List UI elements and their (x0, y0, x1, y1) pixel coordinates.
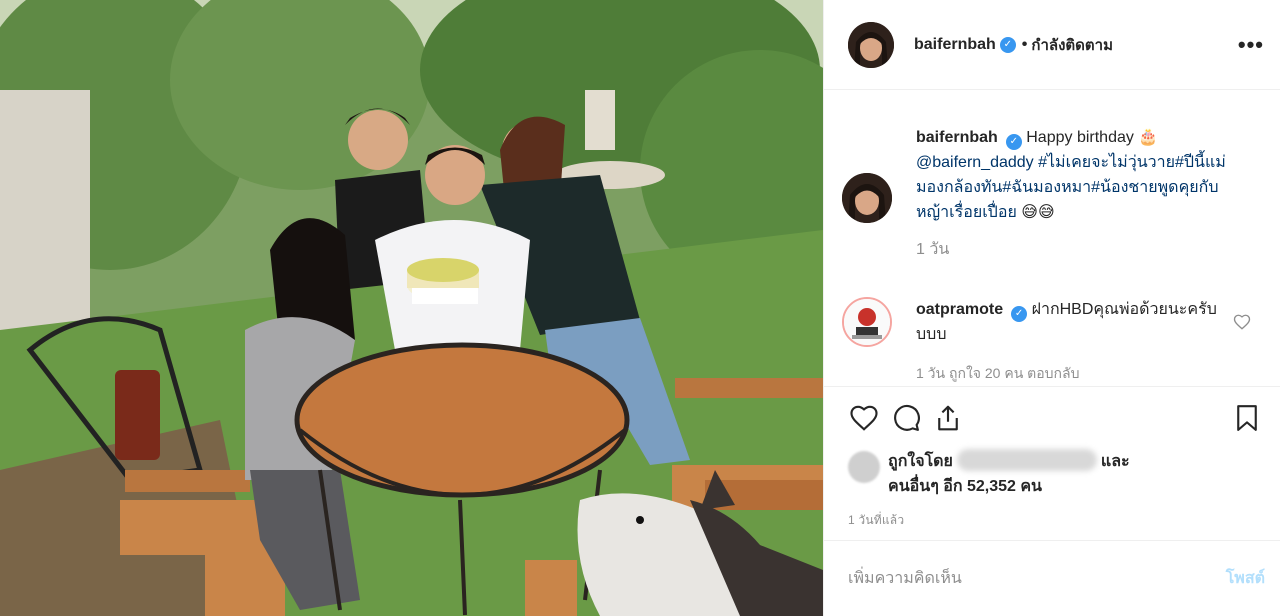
photo-illustration (0, 0, 823, 616)
follow-status-button[interactable]: กำลังติดตาม (1031, 33, 1113, 57)
likes-and-label: และ (1100, 453, 1130, 470)
caption-timestamp[interactable]: 1 วัน (916, 237, 1246, 262)
likes-text: ถูกใจโดย และ คนอื่นๆ อีก 52,352 คน (888, 449, 1130, 499)
like-heart-icon[interactable] (846, 400, 882, 436)
commenter-avatar-image (844, 299, 890, 345)
sweat-smile-emoji: 😅😅 (1021, 204, 1055, 221)
likes-others-count[interactable]: คนอื่นๆ อีก 52,352 คน (888, 478, 1042, 495)
commenter-avatar[interactable] (842, 297, 892, 347)
post-header: baifernbah ✓ • กำลังติดตาม ••• (824, 0, 1280, 90)
comment-item: oatpramote ✓ ฝากHBDคุณพ่อด้วยนะครับบบบ 1 … (842, 297, 1246, 385)
add-comment-input[interactable]: เพิ่มความคิดเห็น (848, 566, 962, 591)
post-actions-section: ถูกใจโดย และ คนอื่นๆ อีก 52,352 คน 1 วันท… (824, 386, 1280, 530)
verified-badge-icon: ✓ (999, 36, 1016, 53)
action-bar (824, 387, 1280, 449)
caption-text: baifernbah ✓ Happy birthday 🎂 @baifern_da… (916, 125, 1246, 225)
commenter-username[interactable]: oatpramote (916, 301, 1003, 318)
add-comment-bar: เพิ่มความคิดเห็น โพสต์ (824, 540, 1280, 616)
cake-emoji: 🎂 (1138, 129, 1159, 146)
share-upload-icon[interactable] (930, 400, 966, 436)
caption-body: baifernbah ✓ Happy birthday 🎂 @baifern_da… (916, 125, 1246, 262)
more-options-icon[interactable]: ••• (1238, 32, 1264, 58)
caption-avatar-image (842, 173, 892, 223)
caption-verified-icon: ✓ (1005, 134, 1022, 150)
post-side-panel: baifernbah ✓ • กำลังติดตาม ••• baifernba… (823, 0, 1280, 616)
post-comment-button[interactable]: โพสต์ (1226, 566, 1265, 591)
post-timestamp[interactable]: 1 วันที่แล้ว (824, 511, 1280, 530)
comment-text: oatpramote ✓ ฝากHBDคุณพ่อด้วยนะครับบบบ (916, 297, 1246, 347)
caption-text-start: Happy birthday (1026, 129, 1134, 146)
save-bookmark-icon[interactable] (1229, 400, 1265, 436)
comment-body: oatpramote ✓ ฝากHBDคุณพ่อด้วยนะครับบบบ 1 … (916, 297, 1246, 385)
author-username[interactable]: baifernbah (914, 36, 996, 54)
comment-like-heart-icon[interactable] (1233, 313, 1251, 331)
caption-avatar[interactable] (842, 173, 892, 223)
comment-bubble-icon[interactable] (888, 400, 924, 436)
caption-username[interactable]: baifernbah (916, 129, 998, 146)
comment-meta[interactable]: 1 วัน ถูกใจ 20 คน ตอบกลับ (916, 361, 1246, 385)
mention-link[interactable]: @baifern_daddy (916, 154, 1034, 171)
caption-item: baifernbah ✓ Happy birthday 🎂 @baifern_da… (842, 125, 1246, 262)
post-photo[interactable] (0, 0, 823, 616)
author-avatar[interactable] (848, 21, 894, 68)
comments-list[interactable]: baifernbah ✓ Happy birthday 🎂 @baifern_da… (824, 91, 1280, 385)
liker-name-blurred (956, 449, 1097, 471)
hashtag-link-1[interactable]: #ไม่เคยจะไม่วุ่นวาย (1038, 154, 1175, 171)
author-avatar-image (848, 21, 894, 68)
separator-dot: • (1021, 35, 1028, 53)
liker-avatar-blurred (848, 451, 880, 483)
liked-by-label: ถูกใจโดย (888, 453, 953, 470)
likes-summary[interactable]: ถูกใจโดย และ คนอื่นๆ อีก 52,352 คน (824, 449, 1280, 499)
commenter-verified-icon: ✓ (1011, 306, 1028, 322)
hashtag-link-3[interactable]: #ฉันมองหมา (1002, 179, 1091, 196)
